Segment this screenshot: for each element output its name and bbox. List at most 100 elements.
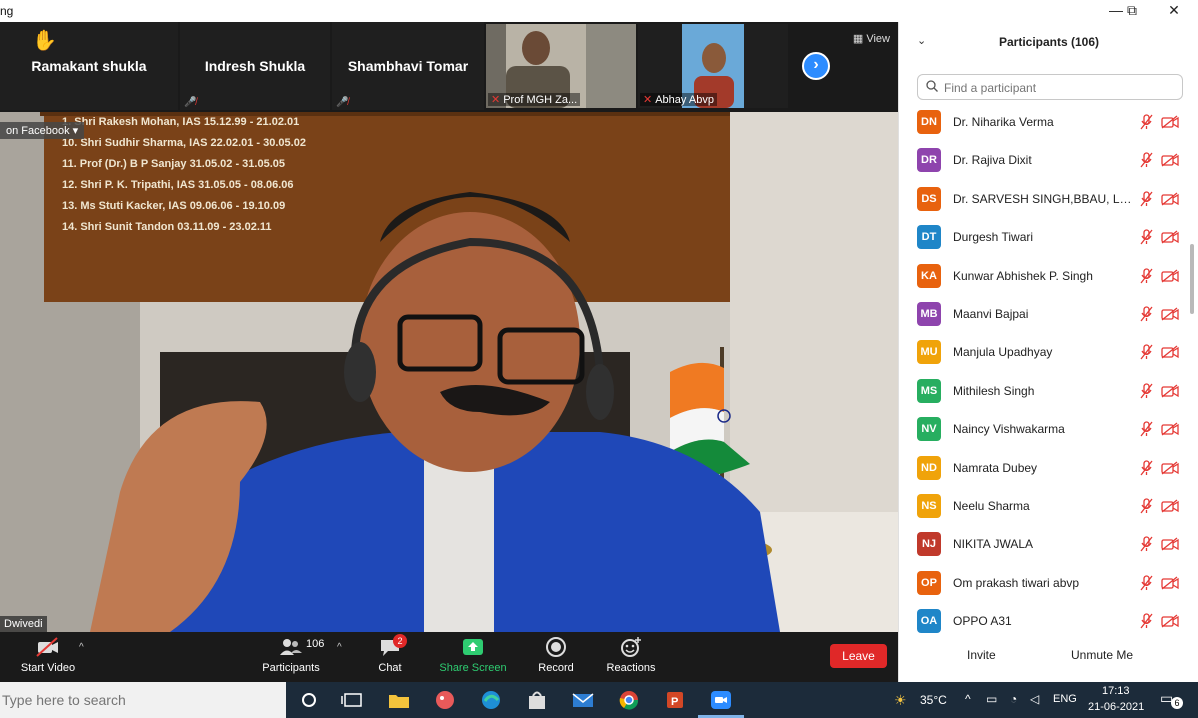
muted-mic-icon[interactable] xyxy=(1139,575,1153,591)
video-options-chevron[interactable]: ^ xyxy=(79,642,84,653)
video-off-icon[interactable] xyxy=(1161,422,1179,436)
participant-row[interactable]: NS Neelu Sharma xyxy=(899,488,1189,526)
participants-options-chevron[interactable]: ^ xyxy=(337,642,342,653)
board-text-line: 12. Shri P. K. Tripathi, IAS 31.05.05 - … xyxy=(62,179,294,191)
wifi-icon[interactable]: ◔ xyxy=(1010,692,1017,706)
muted-mic-icon[interactable] xyxy=(1139,498,1153,514)
chrome-icon[interactable] xyxy=(616,688,642,712)
mail-icon[interactable] xyxy=(570,688,596,712)
muted-mic-icon[interactable] xyxy=(1139,421,1153,437)
video-off-icon[interactable] xyxy=(1161,269,1179,283)
participant-row[interactable]: DS Dr. SARVESH SINGH,BBAU, LUC... xyxy=(899,181,1189,219)
participant-row[interactable]: DT Durgesh Tiwari xyxy=(899,219,1189,257)
participant-row[interactable]: DN Dr. Niharika Verma xyxy=(899,104,1189,142)
muted-mic-icon[interactable] xyxy=(1139,344,1153,360)
participant-row[interactable]: ND Namrata Dubey xyxy=(899,450,1189,488)
muted-mic-icon[interactable] xyxy=(1139,267,1153,284)
video-off-icon[interactable] xyxy=(1161,614,1179,628)
muted-mic-icon[interactable] xyxy=(1139,613,1153,629)
clock-time[interactable]: 17:13 xyxy=(1102,685,1130,697)
video-off-icon[interactable] xyxy=(1161,499,1179,513)
start-video-button[interactable]: Start Video xyxy=(18,636,78,674)
participant-tile[interactable]: ✋ Ramakant shukla xyxy=(0,22,178,110)
video-off-icon[interactable] xyxy=(1161,384,1179,398)
board-text-line: 1. Shri Rakesh Mohan, IAS 15.12.99 - 21.… xyxy=(62,116,300,128)
clock-date[interactable]: 21-06-2021 xyxy=(1088,701,1144,713)
video-off-icon[interactable] xyxy=(1161,153,1179,167)
participant-name: NIKITA JWALA xyxy=(953,537,1034,552)
participant-tile[interactable]: Indresh Shukla 🎤̸ xyxy=(180,22,330,110)
paint-icon[interactable] xyxy=(432,688,458,712)
video-off-icon[interactable] xyxy=(1161,230,1179,244)
store-icon[interactable] xyxy=(524,688,550,712)
taskbar-search-input[interactable] xyxy=(2,691,282,709)
muted-mic-icon[interactable] xyxy=(1139,306,1153,322)
participant-row[interactable]: MS Mithilesh Singh xyxy=(899,373,1189,411)
weather-temperature[interactable]: 35°C xyxy=(920,693,947,707)
video-off-icon[interactable] xyxy=(1161,537,1179,551)
participant-name: Dr. Rajiva Dixit xyxy=(953,153,1032,168)
close-button[interactable]: ✕ xyxy=(1154,0,1194,22)
muted-mic-icon[interactable] xyxy=(1139,114,1153,130)
video-off-icon[interactable] xyxy=(1161,345,1179,359)
participant-row[interactable]: NV Naincy Vishwakarma xyxy=(899,411,1189,449)
participant-name: Om prakash tiwari abvp xyxy=(953,575,1080,590)
video-off-icon[interactable] xyxy=(1161,576,1179,590)
participant-row[interactable]: KA Kunwar Abhishek P. Singh xyxy=(899,258,1189,296)
participant-name: Neelu Sharma xyxy=(953,499,1030,513)
cortana-icon[interactable] xyxy=(296,688,322,712)
board-text-line: 14. Shri Sunit Tandon 03.11.09 - 23.02.1… xyxy=(62,221,272,233)
reactions-button[interactable]: Reactions xyxy=(604,636,658,674)
video-off-icon[interactable] xyxy=(1161,461,1179,475)
restore-button[interactable]: ⧉ xyxy=(1112,0,1152,22)
next-page-button[interactable]: › xyxy=(802,52,830,80)
zoom-app-icon[interactable] xyxy=(708,688,734,712)
participant-row[interactable]: DR Dr. Rajiva Dixit xyxy=(899,142,1189,180)
participant-search[interactable] xyxy=(917,74,1183,100)
muted-mic-icon[interactable] xyxy=(1139,459,1153,476)
participant-row[interactable]: NJ NIKITA JWALA xyxy=(899,526,1189,564)
weather-icon[interactable]: ☀ xyxy=(894,692,907,709)
facebook-live-badge[interactable]: on Facebook ▾ xyxy=(0,122,85,139)
show-hidden-icons-chevron[interactable]: ^ xyxy=(965,692,971,706)
participant-avatar: NV xyxy=(917,417,941,442)
file-explorer-icon[interactable] xyxy=(386,688,412,712)
muted-mic-icon[interactable] xyxy=(1139,191,1153,207)
scrollbar-thumb[interactable] xyxy=(1190,244,1194,314)
video-off-icon[interactable] xyxy=(1161,192,1179,206)
edge-icon[interactable] xyxy=(478,688,504,712)
taskbar-search-box[interactable] xyxy=(0,682,286,718)
participant-list-scrollbar[interactable] xyxy=(1189,104,1195,634)
participant-row[interactable]: OP Om prakash tiwari abvp xyxy=(899,565,1189,603)
participant-search-input[interactable] xyxy=(944,79,1174,97)
muted-mic-icon[interactable] xyxy=(1139,152,1153,168)
participant-video-tile[interactable]: ✕ Abhay Abvp xyxy=(638,24,788,108)
share-screen-button[interactable]: Share Screen xyxy=(438,636,508,674)
participants-label: Participants xyxy=(262,662,320,674)
record-icon xyxy=(546,637,566,657)
participant-row[interactable]: MB Maanvi Bajpai xyxy=(899,296,1189,334)
participant-tile[interactable]: Shambhavi Tomar 🎤̸ xyxy=(332,22,484,110)
invite-button[interactable]: Invite xyxy=(967,648,996,662)
board-text-line: 10. Shri Sudhir Sharma, IAS 22.02.01 - 3… xyxy=(62,137,306,149)
participant-row[interactable]: MU Manjula Upadhyay xyxy=(899,334,1189,372)
language-indicator[interactable]: ENG xyxy=(1053,693,1077,705)
participant-row[interactable]: OA OPPO A31 xyxy=(899,603,1189,634)
video-off-icon[interactable] xyxy=(1161,307,1179,321)
task-view-icon[interactable] xyxy=(340,688,366,712)
participant-name: Durgesh Tiwari xyxy=(953,230,1034,245)
unmute-me-button[interactable]: Unmute Me xyxy=(1071,648,1133,662)
windows-taskbar: P ☀ 35°C ^ ▭ ◔ ◁ ENG 17:13 21-06-2021 ▭ … xyxy=(0,682,1198,718)
muted-mic-icon[interactable] xyxy=(1139,229,1153,245)
volume-icon[interactable]: ◁ xyxy=(1030,692,1039,706)
view-button[interactable]: ▦ View xyxy=(853,32,890,45)
battery-icon[interactable]: ▭ xyxy=(986,692,997,706)
participant-video-tile[interactable]: ✕ Prof MGH Za... xyxy=(486,24,636,108)
powerpoint-icon[interactable]: P xyxy=(662,688,688,712)
video-off-icon[interactable] xyxy=(1161,115,1179,129)
leave-button[interactable]: Leave xyxy=(830,644,887,668)
speaker-video: 1. Shri Rakesh Mohan, IAS 15.12.99 - 21.… xyxy=(0,112,898,632)
muted-mic-icon[interactable] xyxy=(1139,383,1153,399)
record-button[interactable]: Record xyxy=(535,636,577,674)
muted-mic-icon[interactable] xyxy=(1139,536,1153,552)
